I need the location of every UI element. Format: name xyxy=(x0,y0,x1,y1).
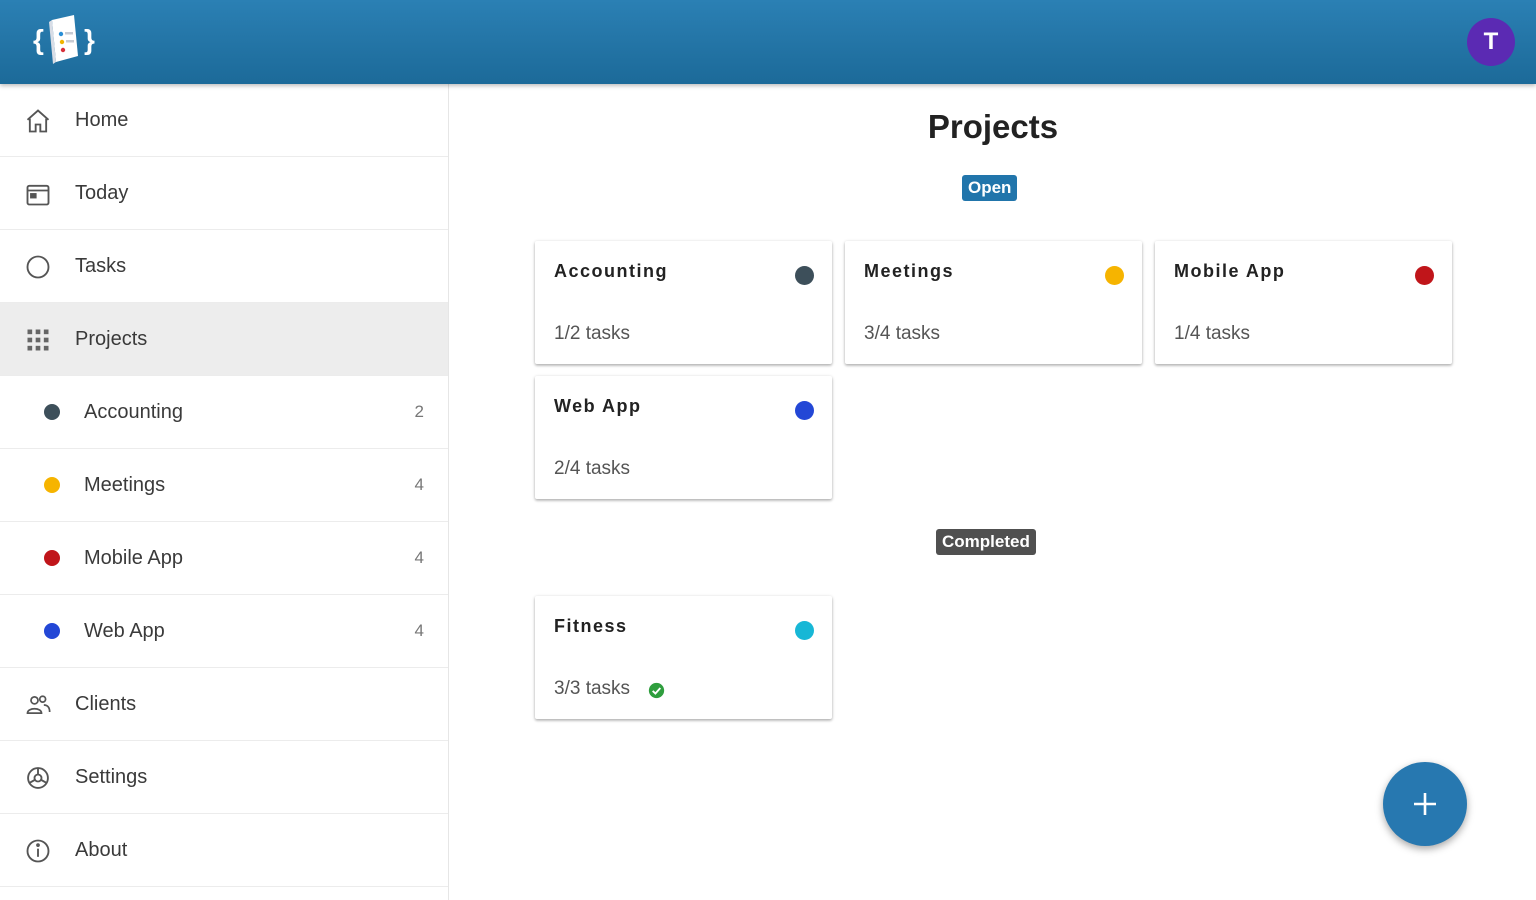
project-card-name: Fitness xyxy=(554,616,628,636)
sidebar-item-label: Home xyxy=(75,108,129,131)
plus-icon xyxy=(1414,793,1436,815)
project-color-dot xyxy=(1415,266,1434,285)
sidebar-project-label: Mobile App xyxy=(84,546,183,569)
project-card-web-app[interactable]: Web App 2/4 tasks xyxy=(535,376,832,499)
project-card-tasks: 3/3 tasks xyxy=(554,678,631,699)
sidebar-item-label: Clients xyxy=(75,692,137,715)
project-color-dot xyxy=(795,401,814,420)
user-avatar[interactable]: T xyxy=(1467,18,1515,66)
grid-icon xyxy=(27,329,49,351)
sidebar-item-settings[interactable]: Settings xyxy=(0,741,448,814)
project-color-dot xyxy=(44,550,60,566)
svg-text:}: } xyxy=(84,24,95,55)
sidebar-project-label: Meetings xyxy=(84,473,166,496)
sidebar-item-clients[interactable]: Clients xyxy=(0,668,448,741)
project-color-dot xyxy=(44,623,60,639)
calendar-icon xyxy=(26,184,50,206)
open-section-chip: Open xyxy=(962,175,1018,201)
sidebar-item-label: Tasks xyxy=(75,254,127,277)
project-card-fitness[interactable]: Fitness 3/3 tasks xyxy=(535,596,832,719)
project-color-dot xyxy=(44,404,60,420)
sidebar-project-label: Accounting xyxy=(84,400,183,423)
sidebar-project-mobile-app[interactable]: Mobile App 4 xyxy=(0,522,448,595)
project-card-accounting[interactable]: Accounting 1/2 tasks xyxy=(535,241,832,364)
info-icon xyxy=(26,839,50,863)
people-icon xyxy=(26,695,51,715)
project-color-dot xyxy=(795,621,814,640)
sidebar-item-about[interactable]: About xyxy=(0,814,448,887)
project-card-name: Web App xyxy=(554,396,642,416)
svg-text:{: { xyxy=(33,24,44,55)
settings-icon xyxy=(27,767,49,789)
sidebar-item-label: Settings xyxy=(75,765,148,788)
project-card-tasks: 1/4 tasks xyxy=(1174,323,1251,344)
circle-icon xyxy=(26,255,50,279)
project-card-tasks: 1/2 tasks xyxy=(554,323,631,344)
home-icon xyxy=(26,109,50,133)
sidebar-project-meetings[interactable]: Meetings 4 xyxy=(0,449,448,522)
sidebar-item-tasks[interactable]: Tasks xyxy=(0,230,448,303)
completed-section-chip: Completed xyxy=(936,529,1036,555)
check-circle-icon xyxy=(648,682,665,699)
app-bar: { } T xyxy=(0,0,1536,84)
project-color-dot xyxy=(44,477,60,493)
sidebar-item-label: Today xyxy=(75,181,129,204)
sidebar-project-count: 4 xyxy=(414,475,424,494)
sidebar: Home Today Tasks Projects Accounting 2 M… xyxy=(0,84,449,900)
project-card-name: Accounting xyxy=(554,261,668,281)
project-color-dot xyxy=(1105,266,1124,285)
sidebar-project-web-app[interactable]: Web App 4 xyxy=(0,595,448,668)
page-title: Projects xyxy=(927,108,1059,145)
sidebar-item-today[interactable]: Today xyxy=(0,157,448,230)
project-card-mobile-app[interactable]: Mobile App 1/4 tasks xyxy=(1155,241,1452,364)
sidebar-project-accounting[interactable]: Accounting 2 xyxy=(0,376,448,449)
sidebar-item-label: Projects xyxy=(75,327,148,350)
sidebar-project-count: 4 xyxy=(414,621,424,640)
project-card-name: Meetings xyxy=(864,261,955,281)
project-card-tasks: 2/4 tasks xyxy=(554,458,631,479)
add-project-button[interactable] xyxy=(1383,762,1467,846)
project-card-name: Mobile App xyxy=(1174,261,1286,281)
app-logo-icon[interactable]: { } xyxy=(32,12,100,68)
project-card-tasks: 3/4 tasks xyxy=(864,323,941,344)
sidebar-item-projects[interactable]: Projects xyxy=(0,303,448,376)
sidebar-item-label: About xyxy=(75,838,128,861)
sidebar-project-count: 4 xyxy=(414,548,424,567)
sidebar-project-label: Web App xyxy=(84,619,165,642)
sidebar-item-home[interactable]: Home xyxy=(0,84,448,157)
project-color-dot xyxy=(795,266,814,285)
project-card-meetings[interactable]: Meetings 3/4 tasks xyxy=(845,241,1142,364)
sidebar-project-count: 2 xyxy=(414,402,424,421)
